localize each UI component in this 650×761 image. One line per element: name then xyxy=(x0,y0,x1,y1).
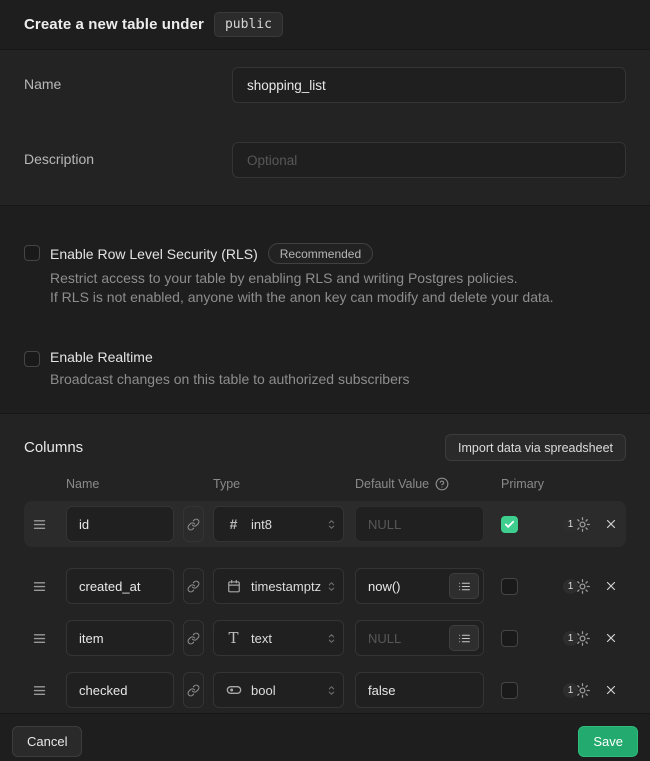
remove-column-icon[interactable] xyxy=(604,683,618,697)
column-row: T text 1 xyxy=(24,615,626,661)
column-type-value: text xyxy=(251,631,325,646)
foreign-key-link-icon[interactable] xyxy=(183,672,204,708)
default-value-input[interactable] xyxy=(355,672,484,708)
drag-handle-icon[interactable] xyxy=(32,517,48,532)
name-label: Name xyxy=(24,67,232,103)
primary-checkbox[interactable] xyxy=(501,578,518,595)
column-settings-button[interactable]: 1 xyxy=(563,682,591,699)
save-button[interactable]: Save xyxy=(578,726,638,757)
columns-rows: # int8 1 xyxy=(0,501,650,713)
chevron-up-down-icon xyxy=(325,632,338,645)
realtime-option-body: Enable Realtime Broadcast changes on thi… xyxy=(50,349,626,389)
create-table-panel: Create a new table under public Name Des… xyxy=(0,0,650,761)
column-settings-button[interactable]: 1 xyxy=(563,516,591,533)
settings-count-badge: 1 xyxy=(563,579,578,594)
column-type-value: int8 xyxy=(251,517,325,532)
primary-checkbox[interactable] xyxy=(501,682,518,699)
import-spreadsheet-button[interactable]: Import data via spreadsheet xyxy=(445,434,626,461)
column-type-select[interactable]: timestamptz xyxy=(213,568,344,604)
columns-section: Columns Import data via spreadsheet Name… xyxy=(0,414,650,713)
rls-option-body: Enable Row Level Security (RLS) Recommen… xyxy=(50,243,626,307)
column-row: bool 1 xyxy=(24,667,626,713)
description-label: Description xyxy=(24,142,232,178)
chevron-up-down-icon xyxy=(325,684,338,697)
cancel-button[interactable]: Cancel xyxy=(12,726,82,757)
header-default-value: Default Value xyxy=(355,477,429,491)
column-type-select[interactable]: bool xyxy=(213,672,344,708)
rls-description-line2: If RLS is not enabled, anyone with the a… xyxy=(50,288,626,307)
columns-table-headers: Name Type Default Value Primary xyxy=(66,477,626,491)
column-name-input[interactable] xyxy=(66,568,174,604)
drag-handle-icon[interactable] xyxy=(32,631,48,646)
default-value-cell xyxy=(355,672,484,708)
rls-description-line1: Restrict access to your table by enablin… xyxy=(50,269,626,288)
foreign-key-link-icon[interactable] xyxy=(183,620,204,656)
chevron-up-down-icon xyxy=(325,580,338,593)
help-circle-icon[interactable] xyxy=(435,477,449,491)
foreign-key-link-icon[interactable] xyxy=(183,568,204,604)
column-name-input[interactable] xyxy=(66,620,174,656)
column-type-value: timestamptz xyxy=(251,579,325,594)
chevron-up-down-icon xyxy=(325,518,338,531)
default-value-cell xyxy=(355,568,484,604)
column-type-value: bool xyxy=(251,683,325,698)
default-value-cell xyxy=(355,506,484,542)
column-name-input[interactable] xyxy=(66,506,174,542)
suggestions-list-icon[interactable] xyxy=(449,573,479,599)
column-settings-button[interactable]: 1 xyxy=(563,630,591,647)
recommended-badge: Recommended xyxy=(268,243,373,264)
column-type-select[interactable]: # int8 xyxy=(213,506,344,542)
remove-column-icon[interactable] xyxy=(604,631,618,645)
panel-title: Create a new table under xyxy=(24,16,204,33)
drag-handle-icon[interactable] xyxy=(32,683,48,698)
default-value-cell xyxy=(355,620,484,656)
realtime-label: Enable Realtime xyxy=(50,349,153,365)
table-details-section: Name Description xyxy=(0,50,650,205)
suggestions-list-icon[interactable] xyxy=(449,625,479,651)
remove-column-icon[interactable] xyxy=(604,517,618,531)
default-value-input[interactable] xyxy=(355,506,484,542)
realtime-description: Broadcast changes on this table to autho… xyxy=(50,370,626,389)
foreign-key-link-icon[interactable] xyxy=(183,506,204,542)
column-type-select[interactable]: T text xyxy=(213,620,344,656)
columns-title: Columns xyxy=(24,439,83,456)
settings-count-badge: 1 xyxy=(563,683,578,698)
primary-checkbox[interactable] xyxy=(501,516,518,533)
realtime-option: Enable Realtime Broadcast changes on thi… xyxy=(24,349,626,389)
primary-checkbox[interactable] xyxy=(501,630,518,647)
remove-column-icon[interactable] xyxy=(604,579,618,593)
toggle-icon xyxy=(225,682,242,698)
settings-count-badge: 1 xyxy=(563,517,578,532)
panel-footer: Cancel Save xyxy=(0,713,650,761)
rls-label: Enable Row Level Security (RLS) xyxy=(50,246,258,262)
table-options-section: Enable Row Level Security (RLS) Recommen… xyxy=(0,205,650,414)
column-row: # int8 1 xyxy=(24,501,626,547)
schema-badge: public xyxy=(214,12,283,37)
panel-header: Create a new table under public xyxy=(0,0,650,50)
description-row: Description xyxy=(24,142,626,178)
rls-checkbox[interactable] xyxy=(24,245,40,261)
settings-count-badge: 1 xyxy=(563,631,578,646)
header-primary: Primary xyxy=(501,477,544,491)
table-description-input[interactable] xyxy=(232,142,626,178)
table-name-input[interactable] xyxy=(232,67,626,103)
text-icon: T xyxy=(225,629,242,647)
column-name-input[interactable] xyxy=(66,672,174,708)
column-row: timestamptz 1 xyxy=(24,563,626,609)
drag-handle-icon[interactable] xyxy=(32,579,48,594)
name-row: Name xyxy=(24,67,626,103)
rls-option: Enable Row Level Security (RLS) Recommen… xyxy=(24,243,626,307)
column-settings-button[interactable]: 1 xyxy=(563,578,591,595)
realtime-checkbox[interactable] xyxy=(24,351,40,367)
header-name: Name xyxy=(66,477,213,491)
hash-icon: # xyxy=(225,516,242,532)
calendar-icon xyxy=(225,579,242,593)
header-type: Type xyxy=(213,477,355,491)
